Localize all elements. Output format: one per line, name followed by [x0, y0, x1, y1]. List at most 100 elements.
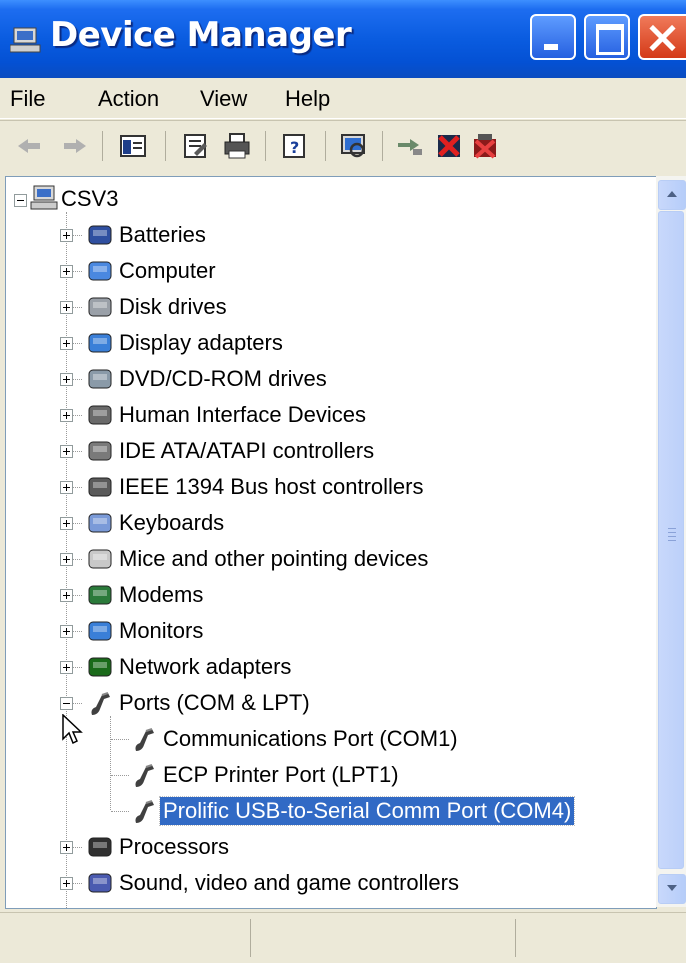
update-driver-icon[interactable] [395, 131, 425, 161]
tree-item-label: IEEE 1394 Bus host controllers [119, 474, 424, 499]
expand-toggle[interactable] [60, 877, 73, 890]
menu-file[interactable]: File [10, 86, 45, 112]
expand-toggle[interactable] [60, 481, 73, 494]
tree-category-port-connector[interactable]: Ports (COM & LPT) [6, 686, 646, 720]
status-pane-divider [515, 919, 516, 957]
tree-category-modem[interactable]: Modems [6, 578, 646, 612]
tree-category-display-adapter[interactable]: Display adapters [6, 326, 646, 360]
menu-view[interactable]: View [200, 86, 247, 112]
tree-item-label: Monitors [119, 618, 204, 643]
keyboard-icon [88, 513, 112, 533]
device-tree[interactable]: CSV3 Batteries Computer Disk drives Display … [5, 176, 657, 909]
menu-help[interactable]: Help [285, 86, 330, 112]
expand-toggle[interactable] [60, 409, 73, 422]
tree-category-dvd-drive[interactable]: DVD/CD-ROM drives [6, 362, 646, 396]
firewire-icon [88, 477, 112, 497]
disable-device-icon[interactable] [434, 131, 464, 161]
tree-category-sound[interactable]: Sound, video and game controllers [6, 866, 646, 900]
expand-toggle[interactable] [60, 697, 73, 710]
scan-hardware-icon[interactable] [338, 131, 368, 161]
tree-connector [72, 595, 82, 596]
uninstall-device-icon[interactable] [470, 131, 500, 161]
device-manager-window: Device Manager File Action View Help ? C… [0, 0, 686, 963]
selected-port-label: Prolific USB-to-Serial Comm Port (COM4) [158, 796, 576, 826]
tree-category-ide-controller[interactable]: IDE ATA/ATAPI controllers [6, 434, 646, 468]
monitor-icon [88, 621, 112, 641]
computer-icon [30, 185, 58, 210]
tree-category-monitor[interactable]: Monitors [6, 614, 646, 648]
maximize-button[interactable] [584, 14, 630, 60]
tree-connector [72, 523, 82, 524]
tree-connector [72, 703, 82, 704]
port-connector-icon [91, 692, 110, 715]
tree-item-label: Display adapters [119, 330, 283, 355]
modem-icon [88, 585, 112, 605]
tree-item-label: Disk drives [119, 294, 227, 319]
back-arrow-icon[interactable] [14, 131, 44, 161]
tree-item-label: Mice and other pointing devices [119, 546, 429, 571]
menu-action[interactable]: Action [98, 86, 159, 112]
tree-connector [72, 451, 82, 452]
tree-category-battery[interactable]: Batteries [6, 218, 646, 252]
expand-toggle[interactable] [60, 589, 73, 602]
tree-root[interactable]: CSV3 [6, 182, 646, 216]
root-collapse-toggle[interactable] [14, 194, 27, 207]
tree-category-disk-drive[interactable]: Disk drives [6, 290, 646, 324]
svg-text:?: ? [290, 138, 299, 157]
show-hide-console-tree-icon[interactable] [118, 131, 148, 161]
tree-item-label: Computer [119, 258, 216, 283]
tree-category-mouse[interactable]: Mice and other pointing devices [6, 542, 646, 576]
expand-toggle[interactable] [60, 517, 73, 530]
tree-connector [72, 235, 82, 236]
tree-category-hid[interactable]: Human Interface Devices [6, 398, 646, 432]
ide-controller-icon [88, 441, 112, 461]
tree-category-network-adapter[interactable]: Network adapters [6, 650, 646, 684]
tree-item-label: Modems [119, 582, 204, 607]
expand-toggle[interactable] [60, 661, 73, 674]
tree-category-computer-monitor[interactable]: Computer [6, 254, 646, 288]
network-adapter-icon [88, 657, 112, 677]
tree-connector [72, 667, 82, 668]
expand-toggle[interactable] [60, 445, 73, 458]
expand-toggle[interactable] [60, 553, 73, 566]
tree-connector [72, 883, 82, 884]
sound-icon [88, 873, 112, 893]
tree-category-storage-partial[interactable]: Storage volumes [6, 908, 646, 909]
expand-toggle[interactable] [60, 301, 73, 314]
title-bar[interactable]: Device Manager [0, 0, 686, 78]
minimize-button[interactable] [530, 14, 576, 60]
tree-item-label: Sound, video and game controllers [119, 870, 459, 895]
tree-category-firewire[interactable]: IEEE 1394 Bus host controllers [6, 470, 646, 504]
mouse-cursor-icon [62, 714, 83, 745]
help-icon[interactable]: ? [280, 131, 310, 161]
tree-item-label: Human Interface Devices [119, 402, 366, 427]
tree-port-item[interactable]: Communications Port (COM1) [6, 722, 646, 756]
tree-connector [111, 775, 129, 776]
tree-connector [111, 739, 129, 740]
scroll-up-button[interactable] [658, 180, 686, 210]
expand-toggle[interactable] [60, 625, 73, 638]
expand-toggle[interactable] [60, 265, 73, 278]
hid-icon [88, 405, 112, 425]
close-button[interactable] [638, 14, 686, 60]
tree-connector [72, 307, 82, 308]
vertical-scrollbar[interactable] [656, 176, 686, 907]
forward-arrow-icon[interactable] [60, 131, 90, 161]
tree-category-processor[interactable]: Processors [6, 830, 646, 864]
print-icon[interactable] [222, 131, 252, 161]
port-connector-icon [135, 764, 154, 787]
scroll-down-button[interactable] [658, 874, 686, 904]
toolbar: ? [0, 120, 686, 173]
scroll-thumb[interactable] [658, 211, 684, 869]
tree-category-keyboard[interactable]: Keyboards [6, 506, 646, 540]
expand-toggle[interactable] [60, 841, 73, 854]
expand-toggle[interactable] [60, 337, 73, 350]
expand-toggle[interactable] [60, 373, 73, 386]
dvd-drive-icon [88, 369, 112, 389]
expand-toggle[interactable] [60, 229, 73, 242]
properties-icon[interactable] [180, 131, 210, 161]
tree-port-item[interactable]: Prolific USB-to-Serial Comm Port (COM4) [6, 794, 646, 828]
tree-item-label: Network adapters [119, 654, 292, 679]
tree-connector [72, 343, 82, 344]
tree-port-item[interactable]: ECP Printer Port (LPT1) [6, 758, 646, 792]
